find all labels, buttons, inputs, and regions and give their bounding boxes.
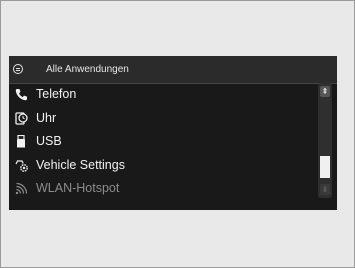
scroll-up-button[interactable]: ⇞	[320, 86, 330, 97]
list-item-label: Telefon	[36, 87, 77, 101]
app-list: Telefon Uhr USB Vehicle Settings WLAN-Ho…	[9, 83, 315, 201]
list-item-label: Vehicle Settings	[36, 157, 125, 172]
apps-menu-icon[interactable]	[13, 64, 23, 74]
wifi-hotspot-icon	[15, 182, 28, 195]
list-item-wlan-hotspot[interactable]: WLAN-Hotspot	[9, 177, 315, 201]
list-item-label: USB	[36, 134, 62, 148]
page-frame: Alle Anwendungen Telefon Uhr USB Vehicle…	[0, 0, 355, 268]
list-item-usb[interactable]: USB	[9, 130, 315, 154]
list-item-label: Uhr	[36, 110, 57, 125]
page-title: Alle Anwendungen	[46, 64, 129, 75]
phone-icon	[15, 89, 27, 101]
scroll-down-button[interactable]: ⇟	[320, 184, 330, 195]
infotainment-screen: Alle Anwendungen Telefon Uhr USB Vehicle…	[9, 56, 337, 210]
scrollbar-thumb[interactable]	[320, 156, 330, 178]
list-item-telefon[interactable]: Telefon	[9, 83, 315, 107]
list-item-label: WLAN-Hotspot	[36, 181, 120, 195]
list-item-uhr[interactable]: Uhr	[9, 107, 315, 131]
list-item-vehicle-settings[interactable]: Vehicle Settings	[9, 154, 315, 178]
car-settings-icon	[15, 159, 28, 172]
usb-icon	[17, 135, 25, 148]
scrollbar[interactable]: ⇞ ⇟	[318, 83, 332, 198]
clock-icon	[15, 111, 28, 125]
screen-header: Alle Anwendungen	[9, 56, 337, 84]
